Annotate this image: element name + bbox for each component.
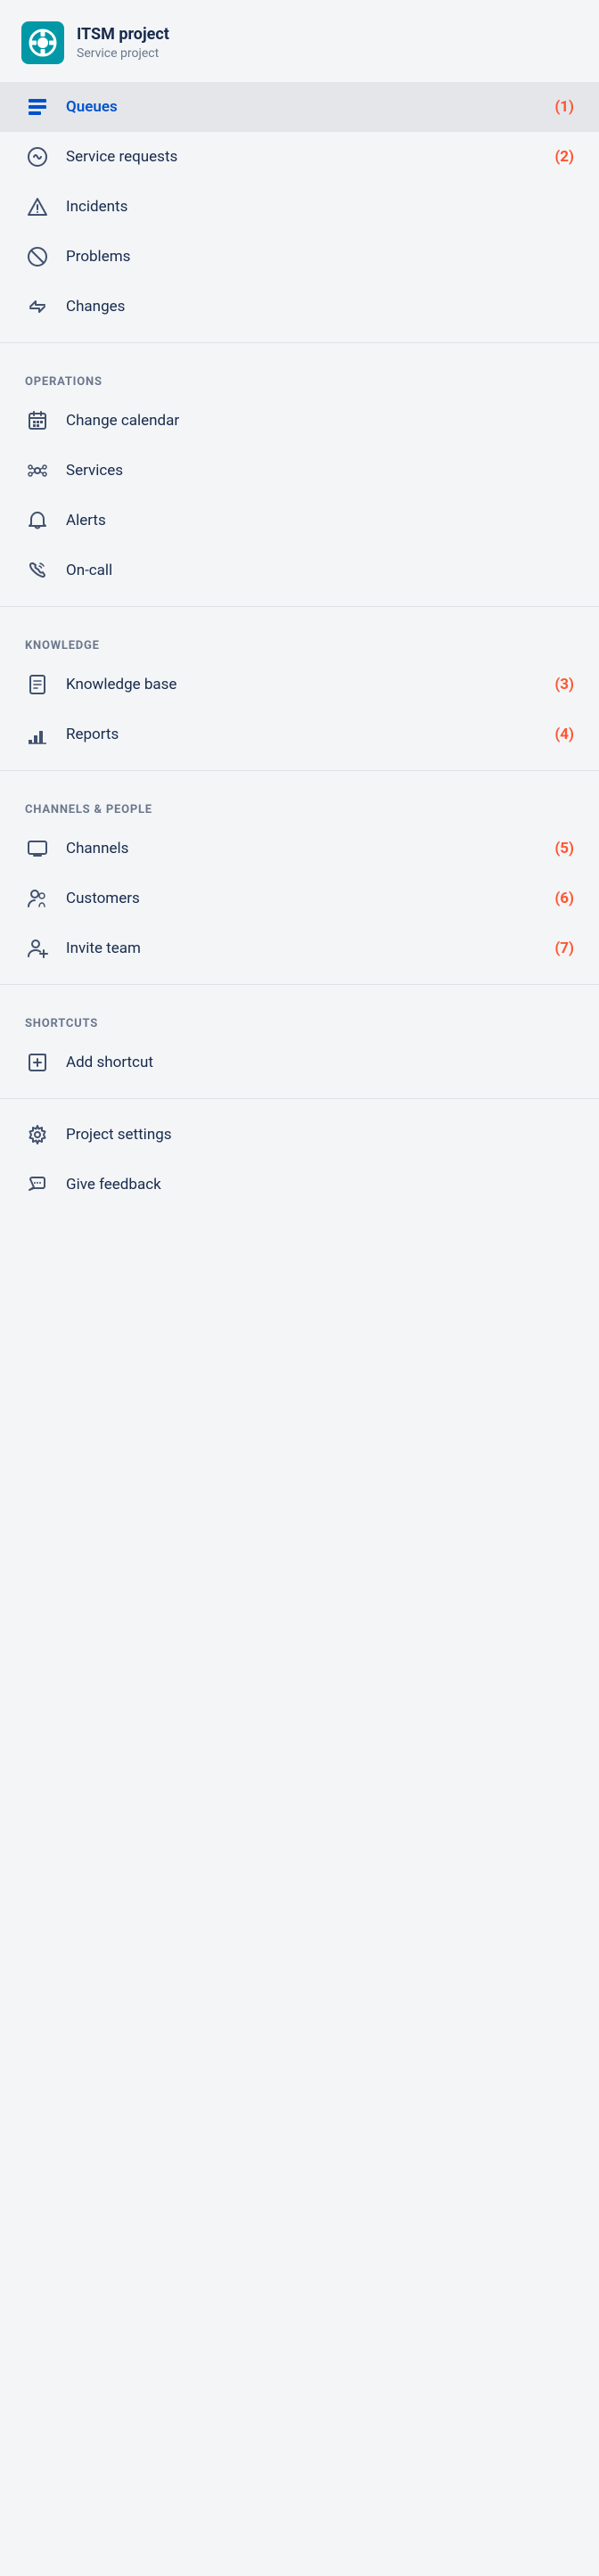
project-settings-icon (25, 1122, 50, 1147)
nav-item-knowledge-base[interactable]: Knowledge base (3) (0, 660, 599, 710)
nav-item-changes[interactable]: Changes (0, 282, 599, 332)
incidents-icon (25, 194, 50, 219)
change-calendar-label: Change calendar (66, 412, 574, 430)
divider-shortcuts (0, 984, 599, 985)
incidents-label: Incidents (66, 198, 574, 216)
give-feedback-label: Give feedback (66, 1176, 574, 1194)
reports-label: Reports (66, 726, 538, 743)
project-settings-label: Project settings (66, 1126, 574, 1144)
alerts-icon (25, 508, 50, 533)
invite-team-label: Invite team (66, 939, 538, 957)
divider-channels (0, 770, 599, 771)
project-info: ITSM project Service project (77, 24, 169, 62)
nav-item-change-calendar[interactable]: Change calendar (0, 396, 599, 446)
nav-item-problems[interactable]: Problems (0, 232, 599, 282)
nav-item-project-settings[interactable]: Project settings (0, 1110, 599, 1160)
invite-team-icon (25, 936, 50, 961)
nav-item-give-feedback[interactable]: Give feedback (0, 1160, 599, 1210)
nav-item-add-shortcut[interactable]: Add shortcut (0, 1038, 599, 1087)
project-type: Service project (77, 45, 169, 62)
divider-knowledge (0, 606, 599, 607)
changes-label: Changes (66, 298, 574, 316)
channels-badge: (5) (554, 840, 574, 857)
change-calendar-icon (25, 408, 50, 433)
section-header-shortcuts: SHORTCUTS (0, 996, 599, 1038)
knowledge-base-label: Knowledge base (66, 676, 538, 693)
service-requests-badge: (2) (554, 148, 574, 166)
service-requests-icon (25, 144, 50, 169)
service-requests-label: Service requests (66, 148, 538, 166)
customers-label: Customers (66, 890, 538, 907)
reports-badge: (4) (554, 726, 574, 743)
channels-label: Channels (66, 840, 538, 857)
knowledge-base-icon (25, 672, 50, 697)
divider-operations (0, 342, 599, 343)
project-logo (21, 21, 64, 64)
nav-item-service-requests[interactable]: Service requests (2) (0, 132, 599, 182)
reports-icon (25, 722, 50, 747)
add-shortcut-label: Add shortcut (66, 1054, 574, 1071)
nav-item-incidents[interactable]: Incidents (0, 182, 599, 232)
alerts-label: Alerts (66, 512, 574, 529)
section-header-operations: OPERATIONS (0, 354, 599, 396)
section-header-knowledge: KNOWLEDGE (0, 618, 599, 660)
queues-icon (25, 94, 50, 119)
customers-badge: (6) (554, 890, 574, 907)
project-header: ITSM project Service project (0, 0, 599, 82)
on-call-icon (25, 558, 50, 583)
add-shortcut-icon (25, 1050, 50, 1075)
nav-item-queues[interactable]: Queues (1) (0, 82, 599, 132)
nav-item-channels[interactable]: Channels (5) (0, 824, 599, 874)
sidebar: ITSM project Service project Queues (1) … (0, 0, 599, 1210)
on-call-label: On-call (66, 562, 574, 579)
services-icon (25, 458, 50, 483)
divider-bottom (0, 1098, 599, 1099)
problems-icon (25, 244, 50, 269)
problems-label: Problems (66, 248, 574, 266)
queues-badge: (1) (554, 98, 574, 116)
customers-icon (25, 886, 50, 911)
knowledge-base-badge: (3) (554, 676, 574, 693)
channels-icon (25, 836, 50, 861)
invite-team-badge: (7) (554, 939, 574, 957)
give-feedback-icon (25, 1172, 50, 1197)
changes-icon (25, 294, 50, 319)
nav-item-reports[interactable]: Reports (4) (0, 710, 599, 759)
nav-item-on-call[interactable]: On-call (0, 546, 599, 595)
nav-item-customers[interactable]: Customers (6) (0, 874, 599, 923)
services-label: Services (66, 462, 574, 480)
section-header-channels: CHANNELS & PEOPLE (0, 782, 599, 824)
nav-item-alerts[interactable]: Alerts (0, 496, 599, 546)
nav-item-invite-team[interactable]: Invite team (7) (0, 923, 599, 973)
nav-item-services[interactable]: Services (0, 446, 599, 496)
project-name: ITSM project (77, 24, 169, 45)
queues-label: Queues (66, 98, 538, 116)
